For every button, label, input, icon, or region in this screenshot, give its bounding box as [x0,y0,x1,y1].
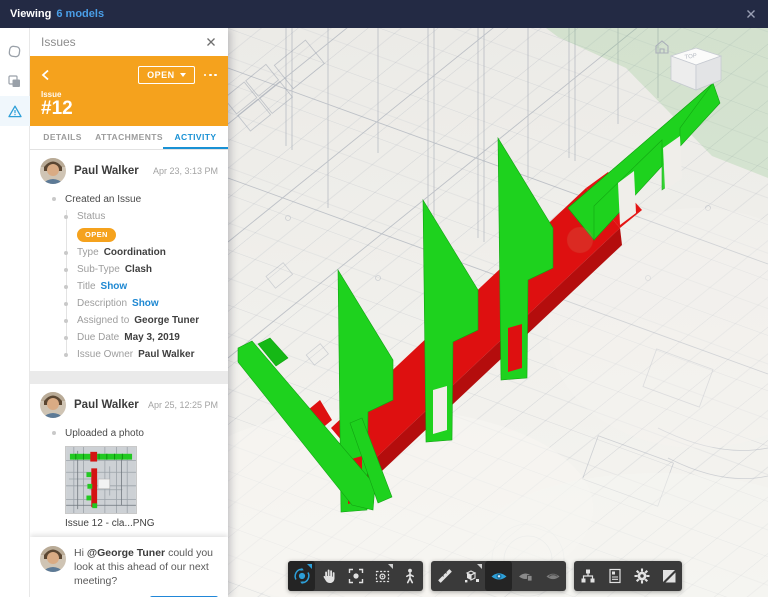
fullscreen-button[interactable] [655,561,682,591]
activity-feed[interactable]: Paul Walker Apr 23, 3:13 PM Created an I… [30,150,228,597]
properties-icon [608,568,621,584]
attachment-filename[interactable]: Issue 12 - cla...PNG [65,518,218,529]
first-person-button[interactable] [396,561,423,591]
panel-title: Issues [41,35,76,49]
issue-hero: OPEN Issue #12 [30,56,228,126]
issues-panel-header: Issues [30,28,228,56]
field-label: Status [77,211,106,222]
activity-user: Paul Walker [74,399,139,411]
flyout-badge [388,564,393,569]
show-title-link[interactable]: Show [101,281,128,292]
field-label: Due Date [77,332,120,343]
show-clash-eye-icon [491,573,506,580]
flyout-badge [477,564,482,569]
orbit-button[interactable] [288,561,315,591]
pan-button[interactable] [315,561,342,591]
measure-icon [437,569,452,583]
model-card-icon [8,45,21,57]
status-badge: OPEN [77,227,116,242]
isolate-clash-button[interactable] [512,561,539,591]
zoom-window-button[interactable] [342,561,369,591]
avatar [40,546,66,572]
comment-composer: Hi @George Tuner could you look at this … [30,537,228,597]
properties-button[interactable] [601,561,628,591]
show-description-link[interactable]: Show [132,298,159,309]
settings-button[interactable] [628,561,655,591]
caret-down-icon [179,73,186,77]
zoom-window-icon [348,568,363,584]
field-value: Paul Walker [138,349,195,360]
panel-close-icon[interactable] [205,36,217,48]
app-window: Viewing 6 models Issues OPEN Issue #12 D… [0,0,768,597]
issue-number: #12 [41,98,73,119]
model-browser-icon [581,569,594,583]
issues-warning-icon [7,105,22,117]
left-tool-rail [0,28,30,597]
activity-timestamp: Apr 23, 3:13 PM [152,166,218,176]
models-count-link[interactable]: 6 models [56,8,104,20]
field-value: May 3, 2019 [124,332,180,343]
rail-layers-button[interactable] [0,66,30,96]
issue-status-dropdown[interactable]: OPEN [138,66,195,84]
fit-to-view-button[interactable] [369,561,396,591]
fit-to-view-icon [375,570,389,583]
back-chevron-icon[interactable] [41,66,59,84]
field-label: Type [77,247,99,258]
issue-status-label: OPEN [147,70,175,80]
clash-point-marker [566,226,594,254]
ghost-clash-button[interactable] [539,561,566,591]
explode-model-icon [464,570,479,583]
field-label: Issue Owner [77,349,134,360]
rail-model-button[interactable] [0,36,30,66]
ghost-clash-icon [546,573,559,580]
navigation-tool-group [288,561,423,591]
activity-action: Uploaded a photo [52,424,218,442]
close-icon[interactable] [744,7,758,21]
activity-card: Paul Walker Apr 25, 12:25 PM Uploaded a … [30,384,228,537]
isolate-clash-icon [518,573,532,582]
avatar [40,392,66,418]
tab-attachments[interactable]: ATTACHMENTS [95,126,163,149]
issues-panel: Issues OPEN Issue #12 DETAILS ATTACHMENT [30,28,229,597]
field-value: Clash [124,264,153,275]
field-label: Assigned to [77,315,130,326]
field-label: Description [77,298,128,309]
field-value: George Tuner [134,315,200,326]
tab-activity[interactable]: ACTIVITY [162,126,229,149]
fullscreen-icon [662,570,675,583]
field-label: Title [77,281,96,292]
photo-attachment-thumbnail[interactable] [65,446,137,514]
tab-details[interactable]: DETAILS [30,126,95,149]
viewer-toolbar [288,561,682,591]
comment-input[interactable]: Hi @George Tuner could you look at this … [74,546,218,588]
activity-user: Paul Walker [74,165,139,177]
field-value: Coordination [103,247,166,258]
activity-timestamp: Apr 25, 12:25 PM [147,400,218,410]
settings-tool-group [574,561,682,591]
pan-hand-icon [323,569,334,583]
mention: @George Tuner [86,547,166,559]
avatar [40,158,66,184]
viewer-3d-scene[interactable]: TOP [228,28,768,597]
analysis-tool-group [431,561,566,591]
activity-card: Paul Walker Apr 23, 3:13 PM Created an I… [30,150,228,371]
issue-label: Issue [41,90,62,99]
activity-action: Created an Issue [52,190,218,208]
issue-tabs: DETAILS ATTACHMENTS ACTIVITY [30,126,229,150]
show-clash-button[interactable] [485,561,512,591]
first-person-icon [405,568,414,584]
settings-gear-icon [634,568,649,584]
viewer-canvas[interactable]: TOP [228,28,768,597]
rail-issues-button[interactable] [0,96,30,126]
field-label: Sub-Type [77,264,120,275]
explode-model-button[interactable] [458,561,485,591]
model-browser-button[interactable] [574,561,601,591]
layers-icon [8,74,20,87]
more-dots-icon[interactable] [203,70,217,81]
orbit-icon [293,567,310,585]
measure-button[interactable] [431,561,458,591]
viewing-label: Viewing [10,8,52,20]
top-bar: Viewing 6 models [0,0,768,28]
flyout-badge [307,564,312,569]
